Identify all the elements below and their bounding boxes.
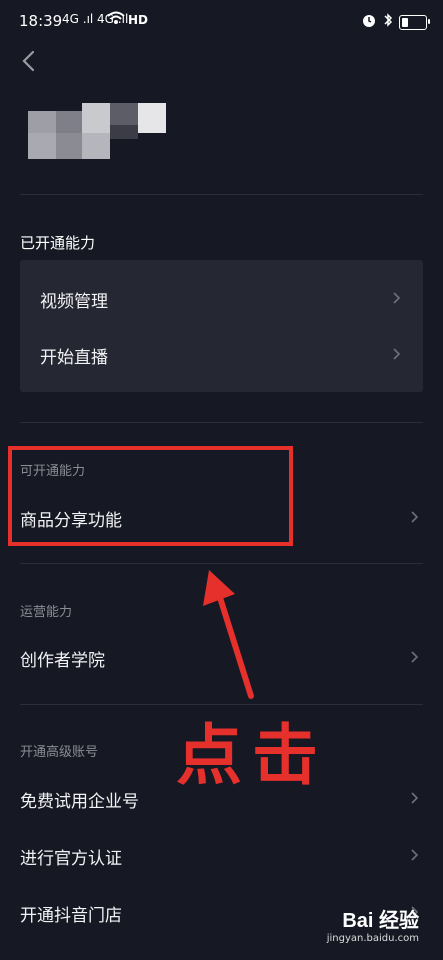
chevron-right-icon — [393, 292, 401, 304]
divider — [20, 563, 423, 564]
chevron-right-icon — [411, 651, 419, 663]
chevron-right-icon — [411, 511, 419, 523]
chevron-right-icon — [411, 792, 419, 804]
annotation-text: 点击 — [176, 717, 328, 794]
row-label: 开通抖音门店 — [20, 906, 122, 926]
row-label: 进行官方认证 — [20, 849, 122, 869]
chevron-left-icon — [22, 50, 35, 72]
status-bar: 18:39 4G .ıl 4G .ıl HD — [0, 0, 443, 44]
back-button[interactable] — [14, 44, 44, 78]
chevron-right-icon — [411, 849, 419, 861]
battery-icon — [399, 14, 430, 30]
row-label: 视频管理 — [40, 292, 108, 312]
row-start-live[interactable]: 开始直播 — [20, 330, 423, 378]
row-label: 开始直播 — [40, 348, 108, 368]
blurred-profile — [28, 103, 168, 163]
alarm-icon — [361, 12, 377, 32]
watermark-logo: Bai 经验 — [342, 910, 419, 932]
section-title-operations: 运营能力 — [20, 605, 73, 620]
arrow-up-icon — [203, 570, 254, 699]
opened-capabilities-card: 视频管理 开始直播 — [20, 260, 423, 392]
row-label: 免费试用企业号 — [20, 792, 139, 812]
row-label: 创作者学院 — [20, 651, 105, 671]
highlight-box — [8, 446, 293, 546]
chevron-right-icon — [393, 348, 401, 360]
baidu-watermark: Bai 经验 jingyan.baidu.com — [327, 904, 419, 944]
hd-label: HD — [128, 13, 149, 27]
row-official-verification[interactable]: 进行官方认证 — [0, 831, 443, 879]
section-title-advanced: 开通高级账号 — [20, 745, 99, 760]
row-video-management[interactable]: 视频管理 — [20, 274, 423, 322]
status-time: 18:39 — [19, 12, 63, 30]
watermark-url: jingyan.baidu.com — [326, 933, 419, 944]
divider — [20, 194, 423, 195]
section-title-opened: 已开通能力 — [20, 234, 96, 252]
bluetooth-icon — [383, 12, 393, 32]
divider — [20, 422, 423, 423]
wifi-icon — [107, 11, 125, 29]
